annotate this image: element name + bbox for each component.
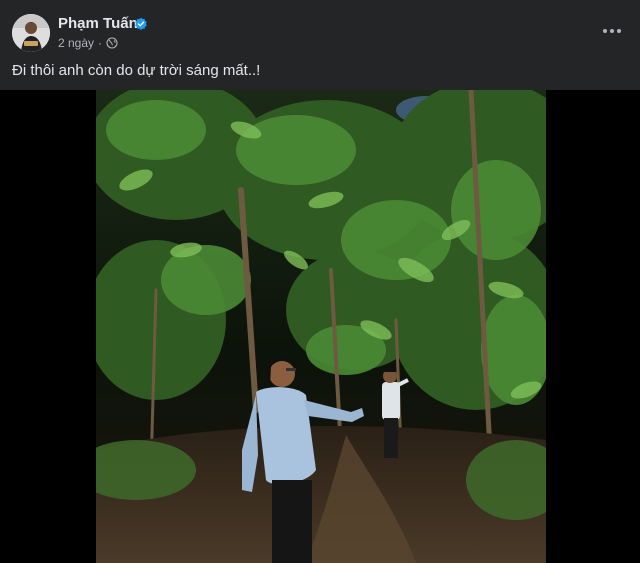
more-options-button[interactable]	[596, 15, 628, 47]
more-horizontal-icon	[603, 29, 621, 33]
post-timestamp[interactable]: 2 ngày	[58, 35, 94, 51]
facebook-post: Phạm Tuấn 2 ngày · Đi thôi anh còn do dự…	[0, 0, 640, 563]
meta-separator: ·	[98, 36, 103, 50]
post-media	[0, 90, 640, 563]
post-header: Phạm Tuấn 2 ngày ·	[0, 0, 640, 58]
verified-badge-icon	[135, 17, 147, 30]
avatar-image	[12, 14, 50, 52]
author-name[interactable]: Phạm Tuấn	[58, 15, 138, 33]
globe-icon[interactable]	[106, 37, 118, 49]
post-text: Đi thôi anh còn do dự trời sáng mất..!	[12, 62, 261, 79]
forest-photo	[96, 90, 546, 563]
post-photo[interactable]	[96, 90, 546, 563]
post-meta: 2 ngày ·	[58, 35, 118, 51]
author-avatar[interactable]	[12, 14, 50, 52]
